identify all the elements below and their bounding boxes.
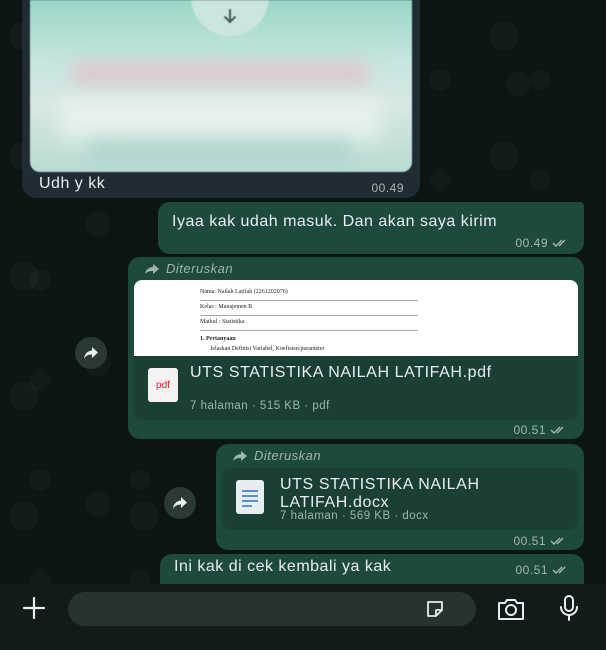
preview-line: Kelas : Manajemen B (200, 304, 253, 310)
read-ticks-icon (552, 239, 566, 247)
forwarded-arrow-icon (145, 263, 159, 274)
message-text: Udh y kk (39, 175, 106, 192)
preview-line: Matkul : Statistika (200, 319, 245, 325)
docx-file-row[interactable]: UTS STATISTIKA NAILAH LATIFAH.docx 7 hal… (222, 468, 578, 530)
forwarded-arrow-icon (233, 450, 247, 461)
preview-line: Nama: Nailah Latifah (2261202076) (200, 289, 288, 295)
message-input-bar (0, 584, 606, 650)
message-time: 00.51 (513, 534, 546, 548)
forwarded-pdf-message[interactable]: Diteruskan Nama: Nailah Latifah (2261202… (128, 257, 584, 439)
preview-line: 1. Pertanyaan (200, 336, 236, 342)
message-time: 00.49 (371, 181, 404, 195)
download-button[interactable] (191, 0, 269, 36)
forwarded-label: Diteruskan (232, 448, 321, 463)
pdf-preview[interactable]: Nama: Nailah Latifah (2261202076) Kelas … (134, 280, 578, 356)
forward-share-button[interactable] (75, 337, 107, 369)
forwarded-docx-message[interactable]: Diteruskan UTS STATISTIKA NAILAH LATIFAH… (216, 444, 584, 550)
forwarded-label: Diteruskan (144, 261, 233, 276)
message-text: Iyaa kak udah masuk. Dan akan saya kirim (172, 213, 498, 230)
microphone-icon[interactable] (558, 594, 580, 622)
message-time: 00.49 (515, 236, 548, 250)
incoming-image-message[interactable]: Udh y kk 00.49 (22, 0, 420, 198)
forward-share-button[interactable] (164, 487, 196, 519)
camera-icon[interactable] (496, 596, 526, 622)
message-time: 00.51 (513, 423, 546, 437)
file-name: UTS STATISTIKA NAILAH LATIFAH.pdf (190, 364, 492, 381)
outgoing-text-message[interactable]: Iyaa kak udah masuk. Dan akan saya kirim… (158, 202, 584, 254)
docx-file-icon (236, 480, 264, 514)
share-arrow-icon (84, 347, 98, 359)
sticker-icon[interactable] (424, 598, 446, 620)
message-input[interactable] (68, 592, 476, 626)
blurred-image-thumbnail[interactable] (30, 0, 412, 172)
share-arrow-icon (173, 497, 187, 509)
outgoing-text-message[interactable]: Ini kak di cek kembali ya kak 00.51 (160, 554, 584, 584)
file-info: 7 halaman · 569 KB · docx (280, 510, 429, 522)
pdf-file-icon: pdf (148, 368, 178, 402)
pdf-file-row[interactable]: pdf UTS STATISTIKA NAILAH LATIFAH.pdf 7 … (134, 356, 578, 420)
message-text: Ini kak di cek kembali ya kak (174, 558, 392, 575)
read-ticks-icon (552, 566, 566, 574)
preview-line: Jelaskan Definisi Variabel, Koefisien/pa… (210, 346, 325, 352)
read-ticks-icon (550, 426, 564, 434)
read-ticks-icon (550, 537, 564, 545)
file-name: UTS STATISTIKA NAILAH LATIFAH.docx (280, 476, 480, 511)
message-time: 00.51 (515, 563, 548, 577)
file-info: 7 halaman · 515 KB · pdf (190, 400, 330, 412)
download-arrow-icon (224, 9, 236, 24)
plus-icon[interactable] (18, 592, 50, 624)
